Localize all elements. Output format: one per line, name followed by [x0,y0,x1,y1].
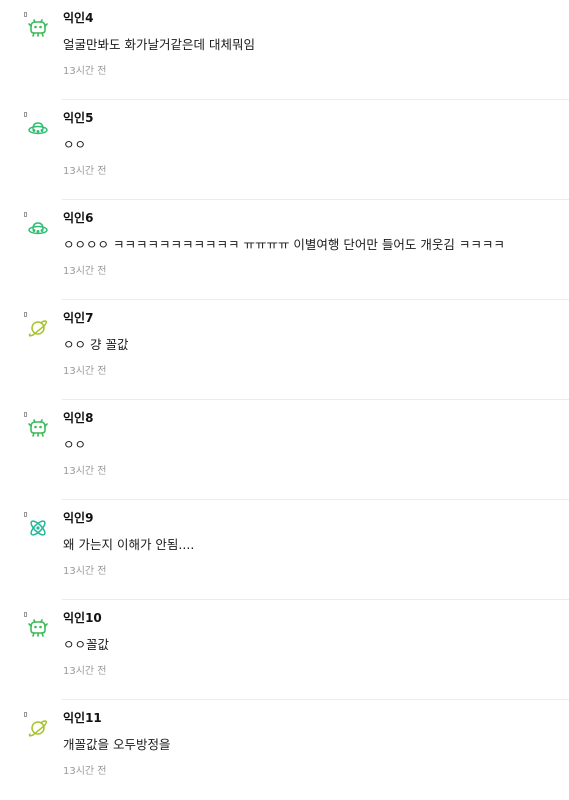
comment-item: 익인9 왜 가는지 이해가 안됨.... 13시간 전 [0,500,569,600]
comment-text: 왜 가는지 이해가 안됨.... [63,537,195,552]
comment-text: 개꼴값을 오두방정을 [63,737,171,752]
comment-item: 익인6 ㅇㅇㅇㅇ ㅋㅋㅋㅋㅋㅋㅋㅋㅋㅋㅋ ㅠㅠㅠㅠ 이별여행 단어만 들어도 개… [0,200,569,300]
comment-timestamp: 13시간 전 [63,266,107,277]
green-critter-icon[interactable] [27,17,49,39]
planet-icon[interactable] [27,317,49,339]
atom-icon[interactable] [27,517,49,539]
green-critter-icon[interactable] [27,617,49,639]
comment-timestamp: 13시간 전 [63,666,107,677]
comment-timestamp: 13시간 전 [63,466,107,477]
comment-text: ㅇㅇ [63,437,87,452]
comment-text: ㅇㅇ 걍 꼴값 [63,337,129,352]
comment-text: ㅇㅇ [63,137,87,152]
comment-text: ㅇㅇ꼴값 [63,637,110,652]
planet-icon[interactable] [27,717,49,739]
comment-author[interactable]: 익인4 [63,10,93,26]
comment-timestamp: 13시간 전 [63,766,107,777]
green-critter-icon[interactable] [27,417,49,439]
comment-item: 익인11 개꼴값을 오두방정을 13시간 전 [0,700,569,800]
comment-timestamp: 13시간 전 [63,166,107,177]
comment-author[interactable]: 익인7 [63,310,93,326]
comment-author[interactable]: 익인5 [63,110,93,126]
comment-author[interactable]: 익인10 [63,610,102,626]
comment-author[interactable]: 익인6 [63,210,93,226]
comment-list: 익인4 얼굴만봐도 화가날거같은데 대체뭐임 13시간 전 익인5 ㅇㅇ 13시… [0,0,569,800]
comment-item: 익인7 ㅇㅇ 걍 꼴값 13시간 전 [0,300,569,400]
comment-timestamp: 13시간 전 [63,66,107,77]
comment-timestamp: 13시간 전 [63,566,107,577]
comment-item: 익인8 ㅇㅇ 13시간 전 [0,400,569,500]
comment-item: 익인10 ㅇㅇ꼴값 13시간 전 [0,600,569,700]
comment-author[interactable]: 익인9 [63,510,93,526]
comment-author[interactable]: 익인8 [63,410,93,426]
comment-author[interactable]: 익인11 [63,710,102,726]
comment-item: 익인5 ㅇㅇ 13시간 전 [0,100,569,200]
comment-text: ㅇㅇㅇㅇ ㅋㅋㅋㅋㅋㅋㅋㅋㅋㅋㅋ ㅠㅠㅠㅠ 이별여행 단어만 들어도 개웃김 ㅋ… [63,237,505,252]
comment-text: 얼굴만봐도 화가날거같은데 대체뭐임 [63,37,255,52]
ufo-icon[interactable] [27,217,49,239]
comment-item: 익인4 얼굴만봐도 화가날거같은데 대체뭐임 13시간 전 [0,0,569,100]
comment-timestamp: 13시간 전 [63,366,107,377]
ufo-icon[interactable] [27,117,49,139]
